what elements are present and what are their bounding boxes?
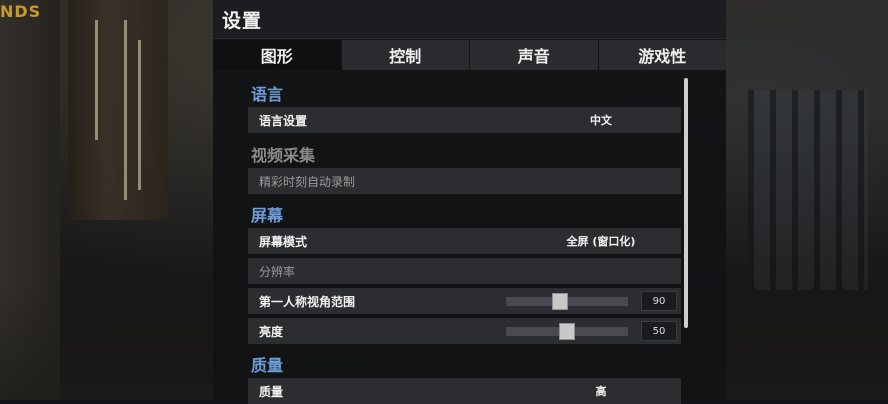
background-plank [124,20,127,200]
fov-slider[interactable] [506,293,628,310]
tab-controls[interactable]: 控制 [341,40,470,70]
settings-content: 语言 语言设置 中文 视频采集 精彩时刻自动录制 屏幕 屏幕模式 全屏 (窗口化… [213,72,726,404]
background-plank [95,20,98,140]
quality-select[interactable]: 高 [506,383,696,399]
setting-row-resolution: 分辨率 [248,258,681,284]
brightness-slider-thumb[interactable] [559,323,575,340]
setting-label: 分辨率 [259,264,296,279]
settings-tabs: 图形 控制 声音 游戏性 [213,40,726,70]
brightness-value-input[interactable]: 50 [641,321,677,341]
setting-row-brightness: 亮度 50 [248,318,681,344]
background-doorway [68,0,168,220]
section-header-quality: 质量 [251,356,284,375]
tab-graphics[interactable]: 图形 [213,40,342,70]
setting-label: 屏幕模式 [259,234,308,249]
setting-label: 精彩时刻自动录制 [259,174,356,189]
section-header-video-capture: 视频采集 [251,146,316,165]
page-title: 设置 [222,9,263,32]
section-header-language: 语言 [251,85,284,104]
setting-label: 语言设置 [259,113,308,128]
game-logo-fragment: NDS [0,2,42,21]
tab-sound[interactable]: 声音 [470,40,599,70]
setting-row-screen-mode[interactable]: 屏幕模式 全屏 (窗口化) [248,228,681,254]
background-window-bars [748,90,868,290]
setting-row-highlight-record: 精彩时刻自动录制 [248,168,681,194]
setting-row-fov: 第一人称视角范围 90 [248,288,681,314]
setting-row-language[interactable]: 语言设置 中文 [248,107,681,133]
background-plank [138,40,141,190]
setting-row-quality[interactable]: 质量 高 [248,378,681,404]
section-header-screen: 屏幕 [251,206,284,225]
fov-value-input[interactable]: 90 [641,291,677,311]
screen-mode-select[interactable]: 全屏 (窗口化) [506,233,696,249]
title-bar: 设置 [213,0,726,39]
setting-label: 质量 [259,384,284,399]
brightness-slider[interactable] [506,323,628,340]
fov-slider-thumb[interactable] [552,293,568,310]
setting-label: 亮度 [259,324,284,339]
language-select[interactable]: 中文 [506,112,696,128]
tab-gameplay[interactable]: 游戏性 [598,40,726,70]
settings-panel: 设置 图形 控制 声音 游戏性 语言 语言设置 中文 视频采集 精彩时刻自动录制… [213,0,726,404]
setting-label: 第一人称视角范围 [259,294,356,309]
